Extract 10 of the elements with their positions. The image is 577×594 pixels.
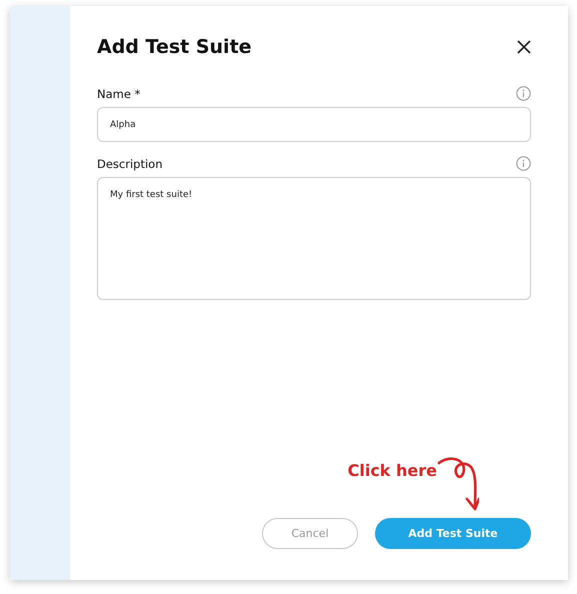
annotation-text: Click here	[348, 461, 437, 480]
info-icon[interactable]	[516, 156, 531, 171]
curly-arrow-icon	[437, 455, 479, 513]
info-icon[interactable]	[516, 86, 531, 101]
name-field[interactable]: Alpha	[97, 107, 531, 142]
close-icon[interactable]	[517, 40, 531, 54]
dialog-title: Add Test Suite	[97, 36, 252, 58]
description-field[interactable]: My first test suite!	[97, 177, 531, 300]
field-label: Description	[97, 156, 162, 170]
field-label: Name *	[97, 86, 140, 100]
